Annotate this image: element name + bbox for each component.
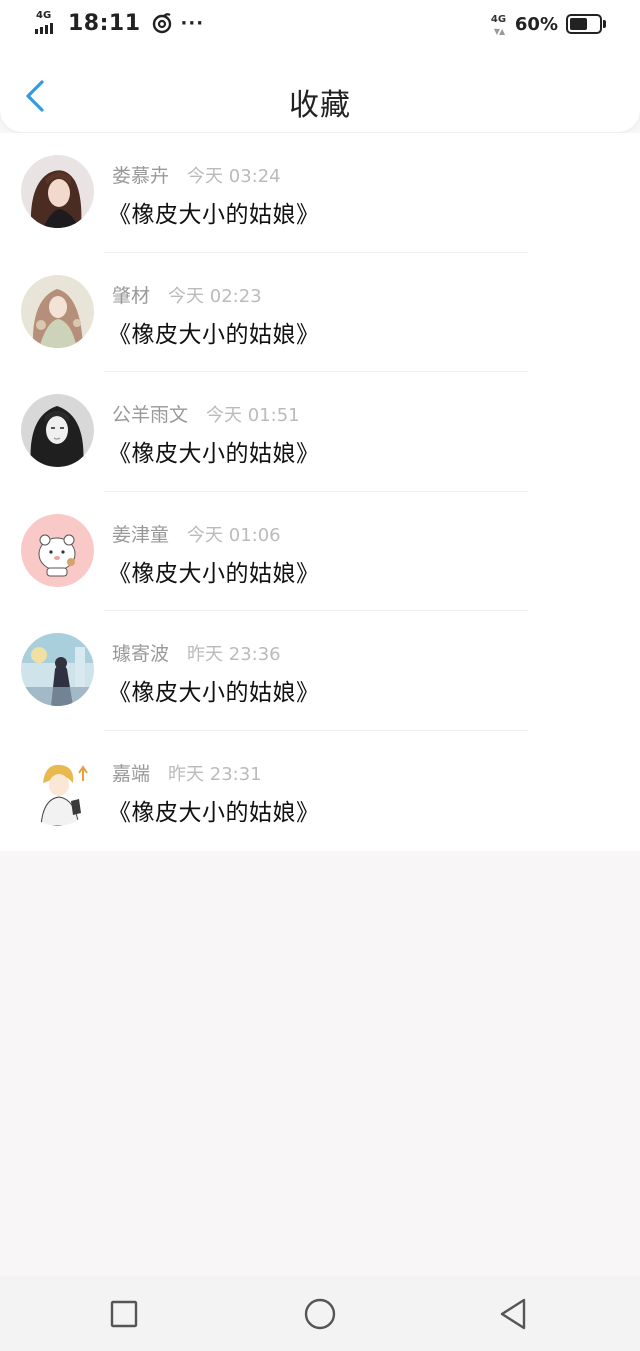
page-title: 收藏	[289, 88, 351, 123]
book-title[interactable]: 《橡皮大小的姑娘》	[108, 793, 320, 827]
favorite-time: 今天 03:24	[187, 166, 281, 187]
avatar[interactable]	[21, 633, 94, 707]
status-right: 4G ▼▲ 60%	[491, 12, 606, 36]
author-name: 娄慕卉	[112, 165, 170, 187]
triangle-back-icon	[500, 1298, 526, 1330]
status-bar: 4G 18:11 ··· 4G ▼▲ 60%	[0, 0, 640, 50]
book-title[interactable]: 《橡皮大小的姑娘》	[108, 554, 320, 588]
battery-icon	[566, 14, 606, 34]
avatar[interactable]	[21, 155, 94, 228]
anime-boy-avatar	[21, 752, 94, 826]
favorite-time: 今天 01:06	[187, 524, 281, 546]
system-back-button[interactable]	[490, 1290, 538, 1338]
author-name: 璩寄波	[112, 643, 170, 666]
more-notifications-icon: ···	[180, 12, 205, 34]
favorite-time: 今天 01:51	[206, 405, 300, 427]
system-nav-bar	[0, 1276, 640, 1351]
favorite-time: 昨天 23:36	[187, 644, 281, 666]
battery-percentage: 60%	[514, 13, 558, 35]
favorite-item[interactable]: 娄慕卉 今天 03:24 《橡皮大小的姑娘》	[0, 133, 640, 253]
square-recents-icon	[110, 1300, 138, 1328]
author-name: 公羊雨文	[112, 404, 189, 427]
status-left: 4G 18:11 ···	[34, 10, 204, 36]
avatar[interactable]	[21, 752, 94, 826]
signal-strength-icon: 4G	[34, 10, 62, 36]
author-name: 嘉端	[112, 762, 151, 785]
mobile-data-icon: 4G ▼▲	[490, 14, 507, 36]
clock: 18:11	[68, 10, 141, 36]
favorites-list: 娄慕卉 今天 03:24 《橡皮大小的姑娘》 肇材 今天 02:23 《橡皮大小…	[0, 133, 640, 851]
favorites-screen: 4G 18:11 ··· 4G ▼▲ 60% 收藏 娄慕卉 今天 03:24 《…	[0, 0, 640, 1351]
circle-home-icon	[304, 1298, 336, 1330]
avatar[interactable]	[21, 394, 94, 468]
girl-photo-avatar	[21, 155, 94, 228]
bw-portrait-avatar	[21, 394, 94, 468]
header-card: 4G 18:11 ··· 4G ▼▲ 60% 收藏	[0, 0, 640, 132]
book-title[interactable]: 《橡皮大小的姑娘》	[108, 315, 320, 349]
favorite-time: 昨天 23:31	[168, 763, 262, 785]
book-title[interactable]: 《橡皮大小的姑娘》	[108, 195, 320, 229]
favorite-item[interactable]: 姜津童 今天 01:06 《橡皮大小的姑娘》	[0, 492, 640, 612]
network-type-label: 4G	[36, 10, 52, 21]
avatar[interactable]	[21, 513, 94, 587]
illustrated-girl-avatar	[21, 274, 94, 348]
cartoon-bear-avatar	[21, 513, 94, 587]
network-type-label-right: 4G	[490, 14, 507, 25]
home-button[interactable]	[296, 1290, 344, 1338]
favorite-item[interactable]: 肇材 今天 02:23 《橡皮大小的姑娘》	[0, 253, 640, 373]
avatar[interactable]	[21, 274, 94, 348]
favorite-time: 今天 02:23	[168, 285, 262, 307]
book-title[interactable]: 《橡皮大小的姑娘》	[108, 673, 320, 707]
recents-button[interactable]	[100, 1290, 148, 1338]
book-title[interactable]: 《橡皮大小的姑娘》	[108, 434, 320, 468]
title-bar: 收藏	[0, 60, 640, 132]
author-name: 姜津童	[112, 523, 170, 546]
favorite-item[interactable]: 嘉端 昨天 23:31 《橡皮大小的姑娘》	[0, 731, 640, 851]
favorite-item[interactable]: 璩寄波 昨天 23:36 《橡皮大小的姑娘》	[0, 611, 640, 731]
favorite-item[interactable]: 公羊雨文 今天 01:51 《橡皮大小的姑娘》	[0, 372, 640, 492]
author-name: 肇材	[112, 284, 151, 307]
anime-scene-avatar	[21, 633, 94, 707]
swirl-app-icon	[152, 13, 171, 34]
